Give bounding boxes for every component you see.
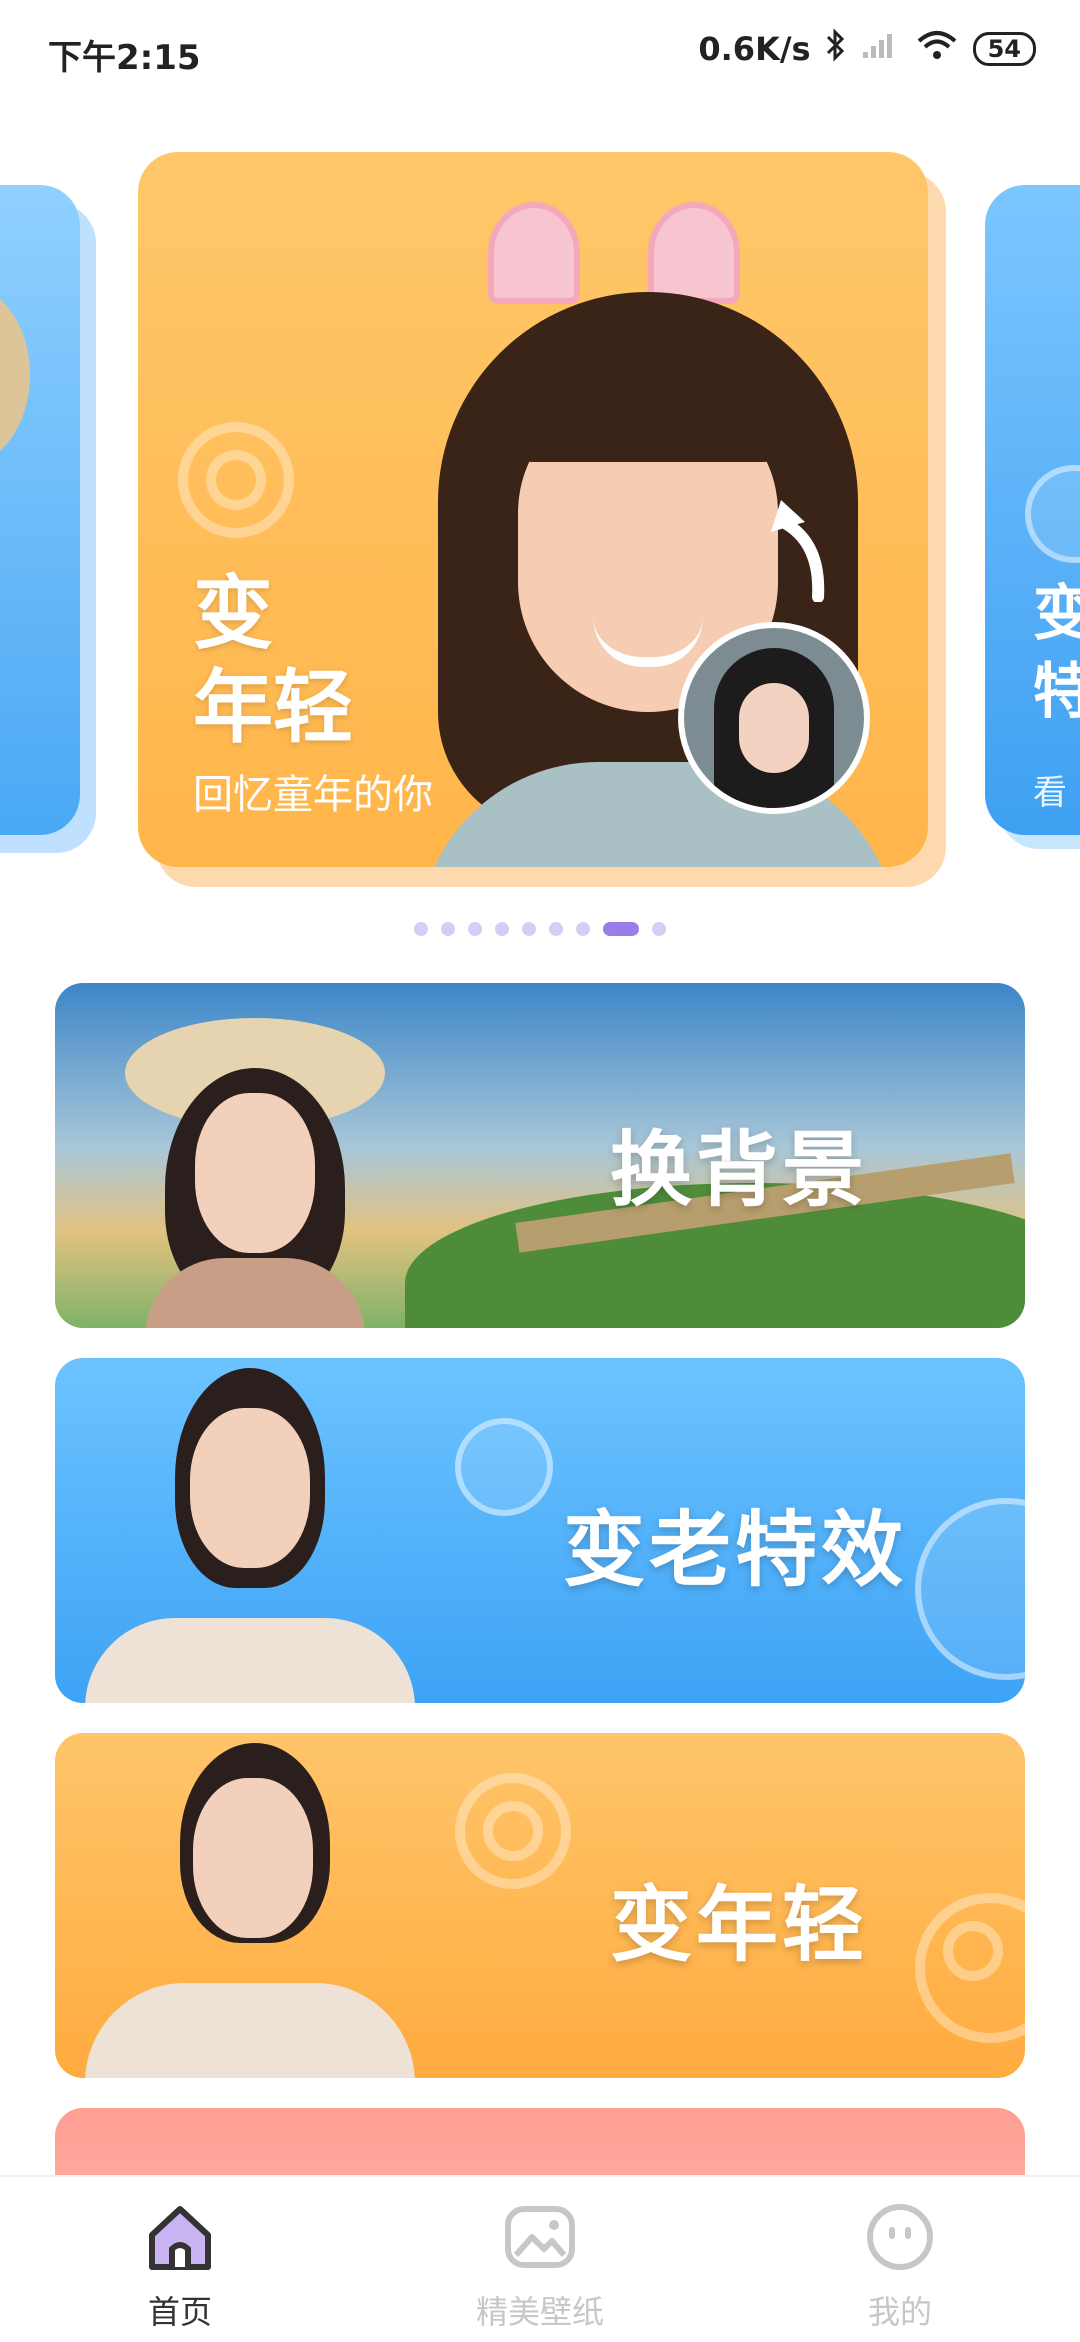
indicator-dot — [495, 922, 509, 936]
clock-decoration-icon — [1025, 465, 1080, 563]
network-speed: 0.6K/s — [698, 30, 811, 68]
clock-decoration-icon — [455, 1418, 553, 1516]
middle-aged-woman-photo — [85, 1743, 415, 2078]
battery-icon: 54 — [972, 32, 1036, 66]
feature-banner-aging-effect[interactable]: 变老特效 — [55, 1358, 1025, 1703]
indicator-dot-active — [603, 922, 639, 936]
home-icon — [149, 2206, 211, 2270]
wifi-icon — [915, 29, 959, 69]
banner-title: 变年轻 — [610, 1878, 869, 1973]
card-title: 变 年轻 — [193, 567, 353, 754]
nav-label: 首页 — [147, 2293, 212, 2331]
indicator-dot — [652, 922, 666, 936]
adult-avatar — [678, 622, 870, 814]
nav-label: 精美壁纸 — [475, 2293, 604, 2331]
woman-with-hat-photo — [125, 998, 385, 1328]
carousel-card-next[interactable]: 变 特 看 — [985, 185, 1080, 835]
signal-icon — [861, 30, 901, 68]
indicator-dot — [549, 922, 563, 936]
indicator-dot — [576, 922, 590, 936]
status-bar: 下午2:15 0.6K/s 54 — [0, 0, 1080, 100]
swirl-decoration-icon — [178, 422, 294, 538]
banner-carousel[interactable]: 变 年轻 回忆童年的你 变 特 看 — [0, 140, 1080, 900]
swirl-decoration-icon — [455, 1773, 571, 1889]
clock-decoration-icon — [915, 1498, 1025, 1680]
status-time: 下午2:15 — [48, 38, 201, 78]
card-illustration — [0, 285, 30, 465]
nav-label: 我的 — [867, 2293, 932, 2331]
banner-title: 换背景 — [610, 1123, 869, 1218]
smiling-woman-photo — [85, 1368, 415, 1703]
bluetooth-icon — [825, 28, 847, 70]
nav-item-home[interactable]: 首页 — [0, 2177, 360, 2342]
nav-item-wallpaper[interactable]: 精美壁纸 — [360, 2177, 720, 2342]
swirl-decoration-icon — [915, 1893, 1025, 2043]
carousel-card-prev[interactable] — [0, 185, 80, 835]
feature-banner-change-background[interactable]: 换背景 — [55, 983, 1025, 1328]
indicator-dot — [468, 922, 482, 936]
nav-item-profile[interactable]: 我的 — [720, 2177, 1080, 2342]
feature-banner-become-young[interactable]: 变年轻 — [55, 1733, 1025, 2078]
curved-arrow-icon — [771, 500, 825, 602]
indicator-dot — [414, 922, 428, 936]
status-icons: 0.6K/s 54 — [698, 28, 1036, 70]
indicator-dot — [441, 922, 455, 936]
banner-title: 变老特效 — [563, 1503, 908, 1598]
carousel-card-become-young[interactable]: 变 年轻 回忆童年的你 — [138, 152, 928, 867]
indicator-dot — [522, 922, 536, 936]
bottom-navigation: 首页 精美壁纸 我的 — [0, 2175, 1080, 2342]
carousel-indicator — [0, 922, 1080, 936]
card-subtitle: 回忆童年的你 — [193, 772, 433, 818]
wallpaper-icon — [505, 2206, 575, 2268]
profile-icon — [867, 2204, 933, 2270]
